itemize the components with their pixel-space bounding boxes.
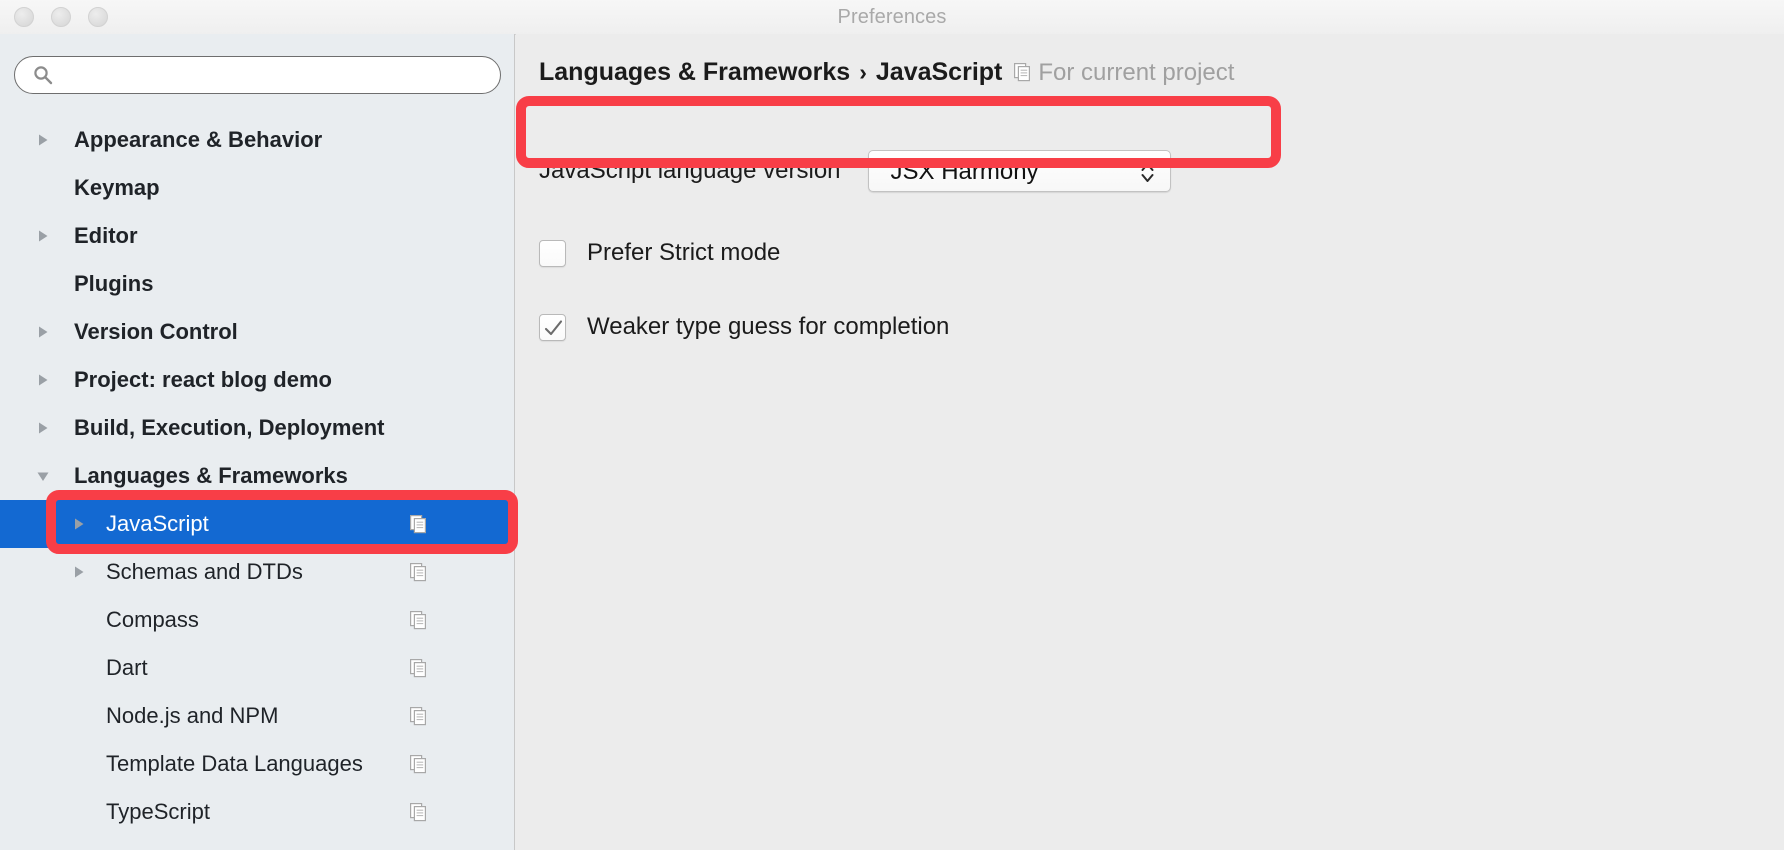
sidebar-item-editor[interactable]: Editor: [0, 212, 514, 260]
sidebar-item-appearance-behavior[interactable]: Appearance & Behavior: [0, 116, 514, 164]
sidebar-item-label: Compass: [106, 607, 199, 632]
sidebar-item-schemas-and-dtds[interactable]: Schemas and DTDs: [0, 548, 514, 596]
sidebar-item-label: Version Control: [74, 319, 238, 344]
sidebar-item-javascript[interactable]: JavaScript: [0, 500, 514, 548]
sidebar-item-label: Editor: [74, 223, 138, 248]
title-bar: Preferences: [0, 0, 1784, 35]
sidebar-item-label: Plugins: [74, 271, 154, 296]
breadcrumb-separator: ›: [859, 59, 867, 85]
sidebar-item-label: Build, Execution, Deployment: [74, 415, 385, 440]
sidebar-item-label: Dart: [106, 655, 148, 680]
chevron-right-icon[interactable]: [36, 325, 50, 339]
language-version-label: JavaScript language version: [539, 157, 841, 184]
copy-document-icon: [1014, 63, 1031, 82]
sidebar-item-version-control[interactable]: Version Control: [0, 308, 514, 356]
breadcrumb-page: JavaScript: [875, 58, 1003, 86]
copy-document-icon: [410, 658, 427, 678]
weaker-type-guess-label: Weaker type guess for completion: [587, 313, 950, 340]
sidebar-item-plugins[interactable]: Plugins: [0, 260, 514, 308]
weaker-type-guess-checkbox[interactable]: [539, 313, 566, 341]
sidebar-item-label: Node.js and NPM: [106, 703, 279, 728]
prefer-strict-mode-label: Prefer Strict mode: [587, 239, 781, 266]
checkmark-icon: [544, 319, 563, 335]
window-title: Preferences: [837, 6, 947, 28]
language-version-value: JSX Harmony: [890, 158, 1039, 185]
sidebar-item-label: Languages & Frameworks: [74, 463, 348, 488]
sidebar-item-label: JavaScript: [106, 511, 209, 536]
sidebar-item-template-data-languages[interactable]: Template Data Languages: [0, 740, 514, 788]
sidebar-item-build-execution-deployment[interactable]: Build, Execution, Deployment: [0, 404, 514, 452]
preferences-window: Preferences Appearance & Behavior Keymap E…: [0, 0, 1784, 850]
weaker-type-guess-row[interactable]: Weaker type guess for completion: [539, 313, 949, 341]
copy-document-icon: [410, 706, 427, 726]
copy-document-icon: [410, 562, 427, 582]
sidebar-item-label: TypeScript: [106, 799, 210, 824]
sidebar-item-languages-frameworks[interactable]: Languages & Frameworks: [0, 452, 514, 500]
language-version-dropdown[interactable]: JSX Harmony: [867, 150, 1171, 192]
search-icon: [33, 65, 53, 85]
sidebar-item-keymap[interactable]: Keymap: [0, 164, 514, 212]
chevron-right-icon[interactable]: [36, 133, 50, 147]
copy-document-icon: [410, 514, 427, 534]
chevron-right-icon[interactable]: [72, 517, 86, 531]
sidebar-item-label: Template Data Languages: [106, 751, 363, 776]
sidebar-item-label: Appearance & Behavior: [74, 127, 323, 152]
sidebar-item-typescript[interactable]: TypeScript: [0, 788, 514, 836]
scope-note: For current project: [1038, 58, 1235, 86]
chevron-right-icon[interactable]: [72, 565, 86, 579]
breadcrumb-section[interactable]: Languages & Frameworks: [539, 58, 850, 87]
sidebar-item-compass[interactable]: Compass: [0, 596, 514, 644]
settings-tree: Appearance & Behavior Keymap Editor Plugins…: [0, 116, 514, 850]
sidebar-item-label: Keymap: [74, 175, 160, 200]
settings-content-pane: Languages & Frameworks › JavaScript For …: [516, 34, 1784, 850]
sidebar-item-project-react-blog-demo[interactable]: Project: react blog demo: [0, 356, 514, 404]
prefer-strict-mode-row[interactable]: Prefer Strict mode: [539, 239, 780, 267]
chevron-right-icon[interactable]: [36, 229, 50, 243]
search-field-wrapper[interactable]: [14, 56, 501, 96]
sidebar-item-xslt[interactable]: XSLT: [0, 836, 514, 850]
settings-sidebar: Appearance & Behavior Keymap Editor Plugins…: [0, 34, 515, 850]
chevron-up-down-icon: [1139, 160, 1156, 185]
copy-document-icon: [410, 802, 427, 822]
chevron-right-icon[interactable]: [36, 373, 50, 387]
sidebar-item-node-js-and-npm[interactable]: Node.js and NPM: [0, 692, 514, 740]
search-input[interactable]: [62, 56, 487, 96]
sidebar-item-label: Project: react blog demo: [74, 367, 332, 392]
copy-document-icon: [410, 610, 427, 630]
prefer-strict-mode-checkbox[interactable]: [539, 239, 566, 267]
breadcrumb: Languages & Frameworks › JavaScript For …: [539, 58, 1234, 87]
sidebar-item-label: Schemas and DTDs: [106, 559, 303, 584]
copy-document-icon: [410, 754, 427, 774]
language-version-row: JavaScript language version JSX Harmony: [539, 150, 1171, 192]
sidebar-item-dart[interactable]: Dart: [0, 644, 514, 692]
chevron-down-icon[interactable]: [36, 469, 50, 483]
chevron-right-icon[interactable]: [36, 421, 50, 435]
